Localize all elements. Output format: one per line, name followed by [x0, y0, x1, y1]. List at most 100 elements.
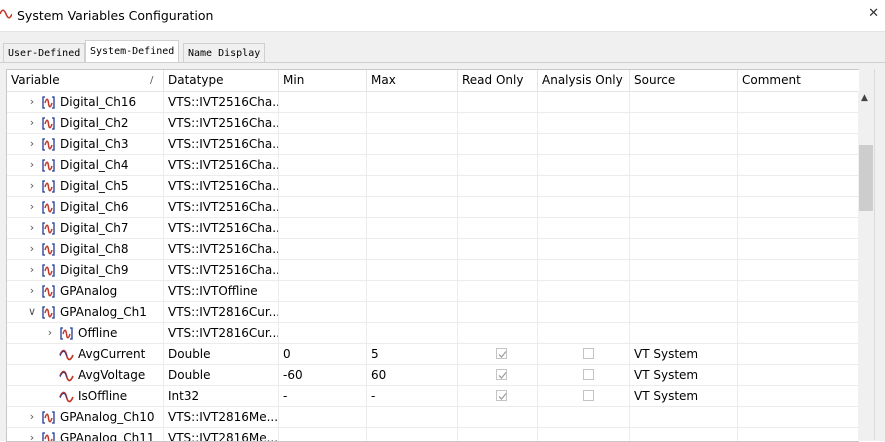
- comment-cell[interactable]: [738, 344, 859, 364]
- variable-cell[interactable]: AvgVoltage: [7, 365, 164, 385]
- comment-cell[interactable]: [738, 386, 859, 406]
- chevron-right-icon[interactable]: ›: [27, 96, 37, 108]
- min-cell[interactable]: [279, 197, 367, 217]
- max-cell[interactable]: [367, 407, 458, 427]
- variable-cell[interactable]: › Digital_Ch5: [7, 176, 164, 196]
- comment-cell[interactable]: [738, 176, 859, 196]
- max-cell[interactable]: -: [367, 386, 458, 406]
- variable-cell[interactable]: › Digital_Ch7: [7, 218, 164, 238]
- variable-cell[interactable]: › GPAnalog: [7, 281, 164, 301]
- min-cell[interactable]: [279, 155, 367, 175]
- max-cell[interactable]: [367, 197, 458, 217]
- table-row[interactable]: ∨ GPAnalog_Ch1 VTS::IVT2816Cur...: [7, 302, 859, 323]
- variable-cell[interactable]: › Offline: [7, 323, 164, 343]
- datatype-cell[interactable]: VTS::IVT2816Me...: [164, 407, 279, 427]
- source-cell[interactable]: [630, 239, 738, 259]
- variable-cell[interactable]: › Digital_Ch2: [7, 113, 164, 133]
- datatype-cell[interactable]: VTS::IVT2516Cha...: [164, 113, 279, 133]
- source-cell[interactable]: VT System: [630, 386, 738, 406]
- comment-cell[interactable]: [738, 281, 859, 301]
- tab-user-defined[interactable]: User-Defined: [3, 43, 86, 63]
- source-cell[interactable]: [630, 407, 738, 427]
- max-cell[interactable]: [367, 302, 458, 322]
- variable-cell[interactable]: › Digital_Ch4: [7, 155, 164, 175]
- datatype-cell[interactable]: VTS::IVT2516Cha...: [164, 134, 279, 154]
- source-cell[interactable]: [630, 92, 738, 112]
- chevron-right-icon[interactable]: ›: [27, 117, 37, 129]
- max-cell[interactable]: [367, 155, 458, 175]
- table-row[interactable]: IsOffline Int32- - VT System: [7, 386, 859, 407]
- chevron-right-icon[interactable]: ›: [27, 243, 37, 255]
- table-row[interactable]: › GPAnalog VTS::IVTOffline: [7, 281, 859, 302]
- source-cell[interactable]: [630, 260, 738, 280]
- comment-cell[interactable]: [738, 155, 859, 175]
- source-cell[interactable]: [630, 176, 738, 196]
- variable-cell[interactable]: › Digital_Ch3: [7, 134, 164, 154]
- source-cell[interactable]: VT System: [630, 365, 738, 385]
- min-cell[interactable]: [279, 239, 367, 259]
- min-cell[interactable]: [279, 176, 367, 196]
- max-cell[interactable]: [367, 218, 458, 238]
- table-row[interactable]: › Digital_Ch6 VTS::IVT2516Cha...: [7, 197, 859, 218]
- min-cell[interactable]: [279, 323, 367, 343]
- chevron-down-icon[interactable]: ∨: [27, 306, 37, 318]
- datatype-cell[interactable]: VTS::IVT2516Cha...: [164, 218, 279, 238]
- chevron-right-icon[interactable]: ›: [27, 432, 37, 442]
- chevron-right-icon[interactable]: ›: [27, 285, 37, 297]
- table-row[interactable]: › Digital_Ch4 VTS::IVT2516Cha...: [7, 155, 859, 176]
- chevron-right-icon[interactable]: ›: [27, 201, 37, 213]
- scrollbar-thumb[interactable]: [859, 145, 873, 211]
- source-cell[interactable]: [630, 113, 738, 133]
- variable-cell[interactable]: › GPAnalog_Ch10: [7, 407, 164, 427]
- table-row[interactable]: › Digital_Ch8 VTS::IVT2516Cha...: [7, 239, 859, 260]
- min-cell[interactable]: [279, 113, 367, 133]
- max-cell[interactable]: [367, 176, 458, 196]
- datatype-cell[interactable]: VTS::IVT2816Cur...: [164, 323, 279, 343]
- datatype-cell[interactable]: VTS::IVTOffline: [164, 281, 279, 301]
- max-cell[interactable]: 60: [367, 365, 458, 385]
- datatype-cell[interactable]: VTS::IVT2516Cha...: [164, 260, 279, 280]
- column-header-comment[interactable]: Comment: [738, 70, 859, 91]
- read-only-checkbox[interactable]: [496, 390, 507, 401]
- chevron-right-icon[interactable]: ›: [27, 159, 37, 171]
- close-icon[interactable]: ✕: [868, 6, 879, 21]
- column-header-variable[interactable]: Variable /: [7, 70, 164, 91]
- scroll-up-icon[interactable]: ▲: [861, 93, 868, 103]
- comment-cell[interactable]: [738, 302, 859, 322]
- datatype-cell[interactable]: VTS::IVT2816Cur...: [164, 302, 279, 322]
- column-header-datatype[interactable]: Datatype: [164, 70, 279, 91]
- read-only-checkbox[interactable]: [496, 369, 507, 380]
- max-cell[interactable]: [367, 239, 458, 259]
- tab-name-display[interactable]: Name Display: [183, 43, 266, 63]
- comment-cell[interactable]: [738, 260, 859, 280]
- max-cell[interactable]: [367, 113, 458, 133]
- datatype-cell[interactable]: VTS::IVT2516Cha...: [164, 176, 279, 196]
- column-header-read-only[interactable]: Read Only: [458, 70, 538, 91]
- comment-cell[interactable]: [738, 113, 859, 133]
- source-cell[interactable]: [630, 302, 738, 322]
- max-cell[interactable]: [367, 281, 458, 301]
- variable-cell[interactable]: › Digital_Ch9: [7, 260, 164, 280]
- min-cell[interactable]: [279, 407, 367, 427]
- variable-cell[interactable]: AvgCurrent: [7, 344, 164, 364]
- table-row[interactable]: › Digital_Ch7 VTS::IVT2516Cha...: [7, 218, 859, 239]
- column-header-source[interactable]: Source: [630, 70, 738, 91]
- table-row[interactable]: › GPAnalog_Ch10 VTS::IVT2816Me...: [7, 407, 859, 428]
- read-only-checkbox[interactable]: [496, 348, 507, 359]
- column-header-min[interactable]: Min: [279, 70, 367, 91]
- datatype-cell[interactable]: VTS::IVT2516Cha...: [164, 197, 279, 217]
- column-header-max[interactable]: Max: [367, 70, 458, 91]
- max-cell[interactable]: [367, 92, 458, 112]
- max-cell[interactable]: [367, 134, 458, 154]
- min-cell[interactable]: [279, 281, 367, 301]
- source-cell[interactable]: [630, 155, 738, 175]
- tab-system-defined[interactable]: System-Defined: [85, 40, 180, 64]
- chevron-right-icon[interactable]: ›: [27, 138, 37, 150]
- table-row[interactable]: › Digital_Ch3 VTS::IVT2516Cha...: [7, 134, 859, 155]
- variable-cell[interactable]: › Digital_Ch8: [7, 239, 164, 259]
- source-cell[interactable]: VT System: [630, 344, 738, 364]
- min-cell[interactable]: [279, 260, 367, 280]
- table-row[interactable]: › Digital_Ch9 VTS::IVT2516Cha...: [7, 260, 859, 281]
- min-cell[interactable]: [279, 92, 367, 112]
- variable-cell[interactable]: › Digital_Ch6: [7, 197, 164, 217]
